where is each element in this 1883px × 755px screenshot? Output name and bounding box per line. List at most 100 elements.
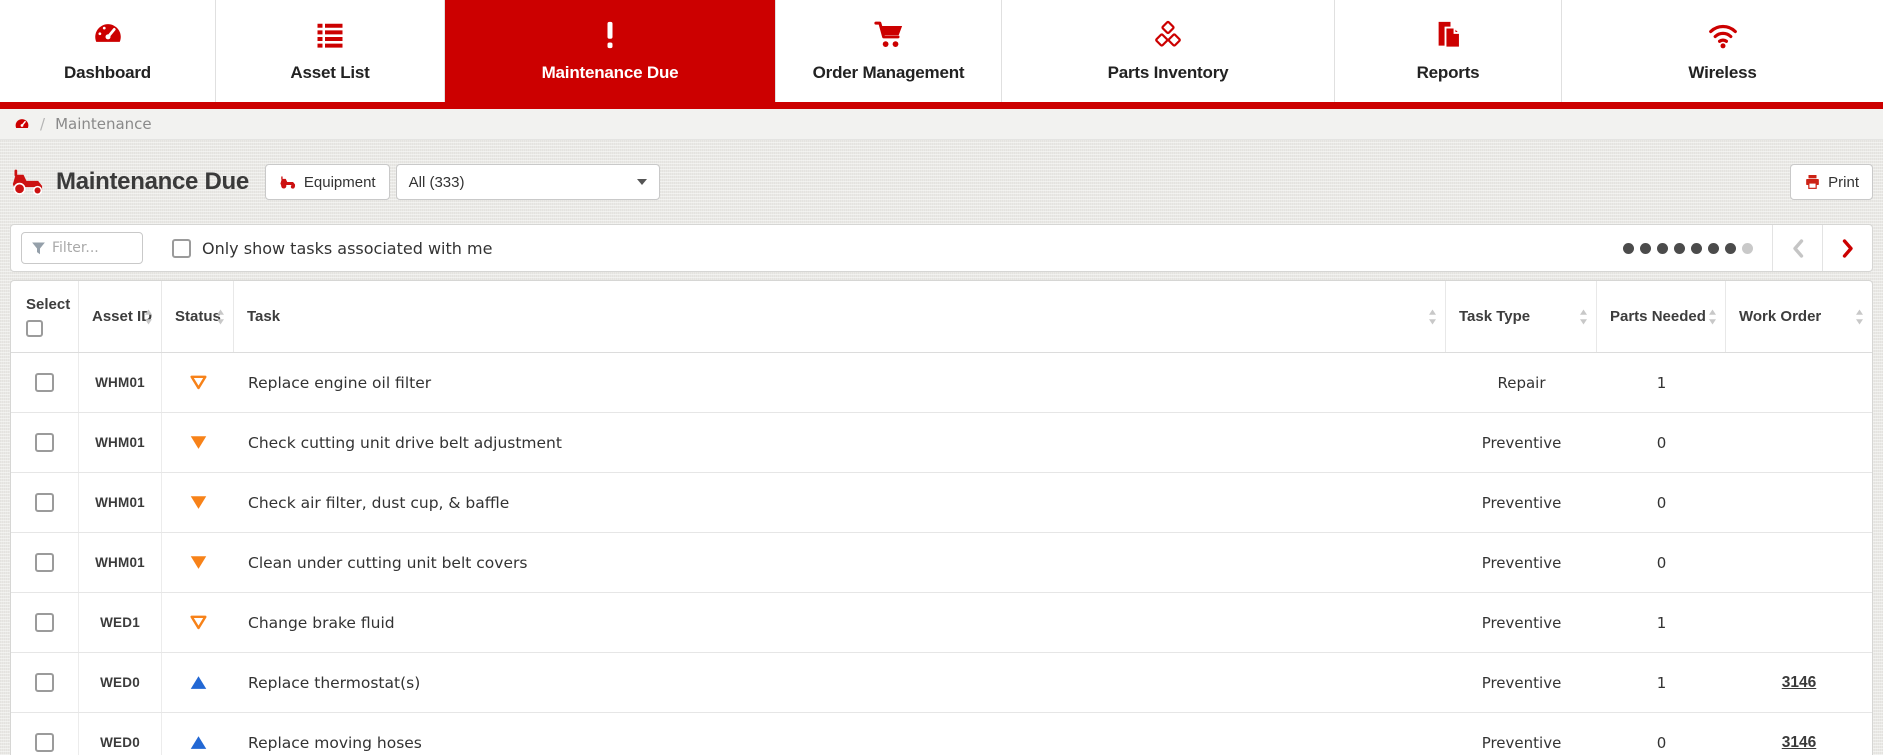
page-dot: [1725, 243, 1736, 254]
wifi-icon: [1706, 19, 1740, 51]
status-cell: [162, 413, 234, 472]
work-order-link[interactable]: 3146: [1782, 674, 1816, 692]
asset-id-cell: WHM01: [79, 353, 162, 412]
sort-icon[interactable]: [1579, 308, 1588, 325]
next-page-button[interactable]: [1822, 224, 1872, 272]
status-cell: [162, 713, 234, 755]
sort-icon[interactable]: [216, 308, 225, 325]
tab-wireless[interactable]: Wireless: [1562, 0, 1883, 102]
task-type-cell: Repair: [1446, 353, 1597, 412]
asset-id-cell: WED1: [79, 593, 162, 652]
header-select: Select: [11, 281, 79, 352]
sort-icon[interactable]: [1855, 308, 1864, 325]
maintenance-table: Select Asset ID Status Task Task Type Pa…: [10, 280, 1873, 755]
header-status[interactable]: Status: [162, 281, 234, 352]
tab-dashboard[interactable]: Dashboard: [0, 0, 216, 102]
asset-id-cell: WHM01: [79, 473, 162, 532]
status-upcoming-icon: [189, 674, 208, 691]
status-upcoming-icon: [189, 734, 208, 751]
header-status-label: Status: [175, 308, 221, 325]
asset-id-cell: WED0: [79, 653, 162, 712]
table-header: Select Asset ID Status Task Task Type Pa…: [11, 281, 1872, 353]
task-type-cell: Preventive: [1446, 713, 1597, 755]
header-parts-needed[interactable]: Parts Needed: [1597, 281, 1726, 352]
task-type-cell: Preventive: [1446, 473, 1597, 532]
list-icon: [314, 19, 346, 51]
breadcrumb-current: Maintenance: [55, 115, 152, 133]
page-dot: [1742, 243, 1753, 254]
toolbar: Maintenance Due Equipment All (333) Prin…: [10, 140, 1873, 224]
breadcrumb-home-icon[interactable]: [14, 117, 30, 132]
work-order-cell: [1726, 533, 1872, 592]
task-cell: Clean under cutting unit belt covers: [234, 533, 1446, 592]
task-type-cell: Preventive: [1446, 653, 1597, 712]
select-all-checkbox[interactable]: [26, 320, 43, 337]
row-checkbox[interactable]: [35, 553, 54, 572]
row-checkbox[interactable]: [35, 493, 54, 512]
sort-icon[interactable]: [1708, 308, 1717, 325]
parts-needed-cell: 1: [1597, 653, 1726, 712]
cubes-icon: [1152, 19, 1184, 51]
header-work-order[interactable]: Work Order: [1726, 281, 1872, 352]
parts-needed-cell: 1: [1597, 353, 1726, 412]
status-overdue-icon: [189, 554, 208, 571]
sort-icon[interactable]: [144, 308, 153, 325]
pagination-dots: [1623, 243, 1753, 254]
table-row: WHM01 Check air filter, dust cup, & baff…: [11, 473, 1872, 533]
header-task-type[interactable]: Task Type: [1446, 281, 1597, 352]
top-navigation: Dashboard Asset List Maintenance Due Ord…: [0, 0, 1883, 102]
row-select-cell: [11, 593, 79, 652]
asset-id-cell: WED0: [79, 713, 162, 755]
work-order-cell: 3146: [1726, 713, 1872, 755]
task-cell: Change brake fluid: [234, 593, 1446, 652]
work-order-link[interactable]: 3146: [1782, 734, 1816, 752]
row-select-cell: [11, 713, 79, 755]
parts-needed-cell: 0: [1597, 473, 1726, 532]
header-parts-needed-label: Parts Needed: [1610, 308, 1706, 325]
task-type-cell: Preventive: [1446, 593, 1597, 652]
header-task-label: Task: [247, 308, 280, 325]
tab-label: Dashboard: [64, 63, 151, 83]
tractor-icon: [279, 175, 297, 190]
header-asset-id[interactable]: Asset ID: [79, 281, 162, 352]
work-order-cell: [1726, 413, 1872, 472]
filter-funnel-icon: [31, 241, 46, 256]
associated-tasks-checkbox[interactable]: [172, 239, 191, 258]
work-order-cell: [1726, 593, 1872, 652]
filter-input[interactable]: [52, 240, 133, 256]
work-order-cell: [1726, 473, 1872, 532]
tab-parts-inventory[interactable]: Parts Inventory: [1002, 0, 1335, 102]
task-cell: Check cutting unit drive belt adjustment: [234, 413, 1446, 472]
table-row: WED0 Replace moving hoses Preventive 0 3…: [11, 713, 1872, 755]
prev-page-button[interactable]: [1772, 224, 1822, 272]
status-overdue-icon: [189, 494, 208, 511]
row-checkbox[interactable]: [35, 613, 54, 632]
scope-dropdown[interactable]: All (333): [396, 164, 660, 200]
associated-tasks-group: Only show tasks associated with me: [172, 239, 492, 258]
task-type-cell: Preventive: [1446, 533, 1597, 592]
tab-order-management[interactable]: Order Management: [776, 0, 1002, 102]
status-cell: [162, 533, 234, 592]
header-work-order-label: Work Order: [1739, 308, 1821, 325]
print-button[interactable]: Print: [1790, 164, 1873, 200]
printer-icon: [1804, 174, 1821, 190]
row-checkbox[interactable]: [35, 673, 54, 692]
row-checkbox[interactable]: [35, 733, 54, 752]
equipment-button[interactable]: Equipment: [265, 164, 390, 200]
page-dot: [1691, 243, 1702, 254]
exclamation-icon: [594, 19, 626, 51]
tab-label: Wireless: [1688, 63, 1756, 83]
tab-reports[interactable]: Reports: [1335, 0, 1562, 102]
page-dot: [1623, 243, 1634, 254]
sort-icon[interactable]: [1428, 308, 1437, 325]
tab-asset-list[interactable]: Asset List: [216, 0, 445, 102]
page-dot: [1657, 243, 1668, 254]
tab-maintenance-due[interactable]: Maintenance Due: [445, 0, 776, 102]
row-checkbox[interactable]: [35, 433, 54, 452]
tab-label: Maintenance Due: [542, 63, 679, 83]
header-task[interactable]: Task: [234, 281, 1446, 352]
row-checkbox[interactable]: [35, 373, 54, 392]
filter-bar: Only show tasks associated with me: [10, 224, 1873, 272]
table-row: WHM01 Replace engine oil filter Repair 1: [11, 353, 1872, 413]
documents-icon: [1432, 19, 1464, 51]
